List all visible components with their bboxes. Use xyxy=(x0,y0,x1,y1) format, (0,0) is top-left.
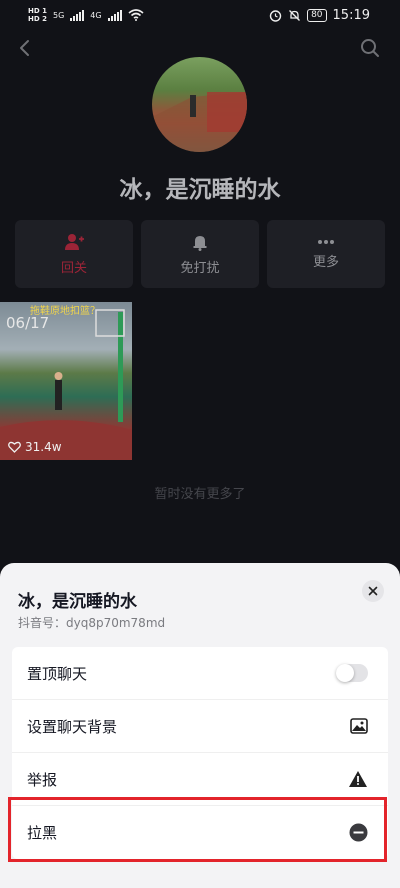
heart-icon xyxy=(8,441,21,453)
menu-item-chat-background[interactable]: 设置聊天背景 xyxy=(12,700,388,753)
video-date: 06/17 xyxy=(6,314,50,332)
more-label: 更多 xyxy=(312,254,339,270)
follow-back-button[interactable]: 回关 xyxy=(15,220,133,288)
sim2-label: HD 2 xyxy=(28,15,47,23)
image-icon xyxy=(350,718,368,734)
follow-back-icon xyxy=(65,233,84,250)
options-menu: 置顶聊天 设置聊天背景 举报 拉黑 xyxy=(12,647,388,859)
status-left: HD 1 HD 2 5G 4G xyxy=(28,7,144,23)
close-icon xyxy=(368,586,378,596)
menu-item-pin-chat[interactable]: 置顶聊天 xyxy=(12,647,388,700)
video-thumbnail[interactable]: 拖鞋原地扣篮？ 06/17 31.4w xyxy=(0,302,132,460)
pin-chat-toggle[interactable] xyxy=(336,664,368,682)
likes-count: 31.4w xyxy=(25,440,62,454)
video-likes: 31.4w xyxy=(8,440,62,454)
pin-chat-label: 置顶聊天 xyxy=(27,664,88,683)
wifi-icon xyxy=(128,9,144,21)
follow-back-label: 回关 xyxy=(60,260,87,276)
menu-item-report[interactable]: 举报 xyxy=(12,753,388,806)
clock: 15:19 xyxy=(332,7,370,23)
search-icon[interactable] xyxy=(358,36,382,60)
signal-icon xyxy=(70,9,85,21)
sim-labels: HD 1 HD 2 xyxy=(28,7,47,23)
status-bar: HD 1 HD 2 5G 4G 80 15:19 xyxy=(0,0,400,30)
mute-bell-icon xyxy=(289,9,301,21)
block-label: 拉黑 xyxy=(27,824,58,842)
signal-icon xyxy=(107,9,122,21)
account-id: 抖音号：dyq8p70m78md xyxy=(18,616,166,630)
block-icon xyxy=(349,823,368,842)
avatar-photo xyxy=(152,92,247,152)
net2-label: 4G xyxy=(90,10,102,20)
alarm-icon xyxy=(269,9,282,22)
avatar[interactable] xyxy=(152,57,247,152)
do-not-disturb-button[interactable]: 免打扰 xyxy=(141,220,259,288)
back-arrow-icon[interactable] xyxy=(14,36,38,60)
status-right: 80 15:19 xyxy=(269,8,370,23)
report-label: 举报 xyxy=(27,770,58,789)
sheet-title: 冰，是沉睡的水 xyxy=(18,592,137,612)
chat-background-label: 设置聊天背景 xyxy=(27,717,118,736)
warning-icon xyxy=(349,771,367,787)
bell-icon xyxy=(193,235,207,251)
menu-item-block[interactable]: 拉黑 xyxy=(12,806,388,859)
more-button[interactable]: 更多 xyxy=(267,220,385,288)
battery-indicator: 80 xyxy=(307,8,327,22)
close-button[interactable] xyxy=(362,580,384,602)
action-row: 回关 免打扰 更多 xyxy=(15,220,385,288)
do-not-disturb-label: 免打扰 xyxy=(180,260,220,276)
sim1-label: HD 1 xyxy=(28,7,47,15)
no-more-text: 暂时没有更多了 xyxy=(154,487,246,502)
bottom-sheet: 冰，是沉睡的水 抖音号：dyq8p70m78md 置顶聊天 设置聊天背景 举报 … xyxy=(0,563,400,888)
profile-name: 冰，是沉睡的水 xyxy=(119,177,281,203)
net1-label: 5G xyxy=(52,10,65,20)
more-dots-icon xyxy=(318,239,334,244)
